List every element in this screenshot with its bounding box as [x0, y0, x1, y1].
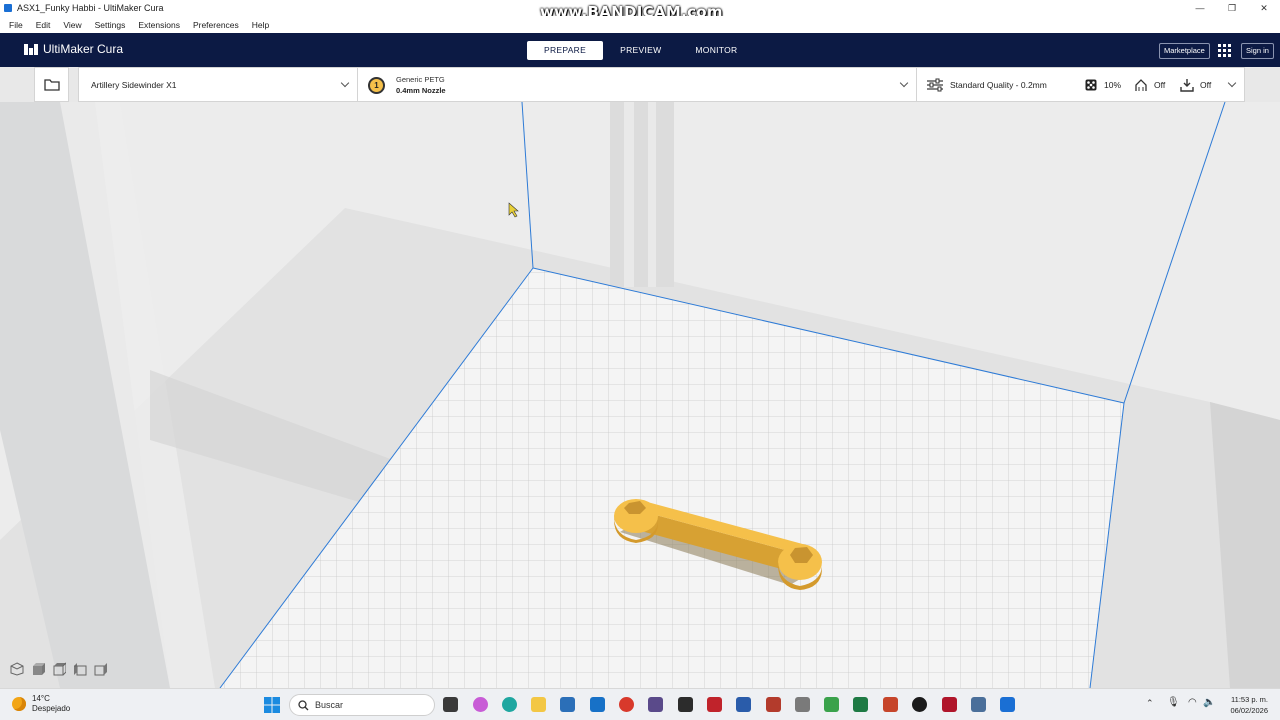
app-icon[interactable]: [971, 697, 986, 712]
printer-name: Artillery Sidewinder X1: [91, 80, 177, 90]
solidworks-icon[interactable]: [707, 697, 722, 712]
close-button[interactable]: ✕: [1248, 0, 1280, 16]
windows-taskbar: 14°C Despejado Buscar ⌃ 🎙 ◠ 🔈 11:53 p. m…: [0, 688, 1280, 720]
apps-grid-icon[interactable]: [1218, 44, 1231, 57]
open-file-button[interactable]: [34, 67, 69, 102]
taskbar-search[interactable]: Buscar: [289, 694, 435, 716]
edge-icon[interactable]: [502, 697, 517, 712]
window-controls: — ❐ ✕: [1184, 0, 1280, 16]
search-placeholder: Buscar: [315, 700, 344, 710]
app-icon[interactable]: [795, 697, 810, 712]
cura-header: UltiMaker Cura PREPARE PREVIEW MONITOR M…: [0, 33, 1280, 67]
menu-settings[interactable]: Settings: [95, 20, 126, 30]
excel-icon[interactable]: [853, 697, 868, 712]
camera-view-buttons: [10, 661, 108, 676]
view-front-icon[interactable]: [31, 662, 45, 676]
3d-viewport[interactable]: [0, 102, 1280, 688]
support-icon: [1135, 79, 1147, 91]
menu-help[interactable]: Help: [252, 20, 269, 30]
view-top-icon[interactable]: [52, 661, 67, 676]
view-left-icon[interactable]: [73, 662, 87, 676]
tab-monitor[interactable]: MONITOR: [678, 41, 754, 60]
menu-preferences[interactable]: Preferences: [193, 20, 239, 30]
chevron-down-icon: [340, 78, 350, 88]
volume-icon[interactable]: 🔈: [1203, 697, 1215, 708]
wifi-icon[interactable]: ◠: [1188, 697, 1197, 708]
app-name: UltiMaker Cura: [43, 42, 124, 56]
minimize-button[interactable]: —: [1184, 0, 1216, 16]
clock-date: 06/02/2026: [1230, 706, 1268, 715]
tab-prepare[interactable]: PREPARE: [527, 41, 604, 60]
maximize-button[interactable]: ❐: [1216, 0, 1248, 16]
sign-in-button[interactable]: Sign in: [1241, 43, 1274, 59]
weather-moon-icon: [12, 697, 26, 711]
printer-selector[interactable]: Artillery Sidewinder X1: [78, 67, 358, 102]
support-value: Off: [1154, 80, 1166, 90]
system-clock[interactable]: 11:53 p. m. 06/02/2026: [1230, 694, 1268, 716]
powerpoint-icon[interactable]: [883, 697, 898, 712]
ultimaker-logo-icon: [24, 43, 38, 55]
print-settings-selector[interactable]: Standard Quality - 0.2mm 10% Off Off: [916, 67, 1245, 102]
build-volume-scene: [0, 102, 1280, 688]
app-icon[interactable]: [824, 697, 839, 712]
clock-time: 11:53 p. m.: [1231, 695, 1268, 704]
menu-extensions[interactable]: Extensions: [138, 20, 180, 30]
search-icon: [298, 699, 309, 710]
bandicam-icon[interactable]: [912, 697, 927, 712]
infill-value: 10%: [1104, 80, 1122, 90]
quality-profile: Standard Quality - 0.2mm: [950, 80, 1047, 90]
outlook-icon[interactable]: [590, 697, 605, 712]
stage-tabs: PREPARE PREVIEW MONITOR: [527, 41, 755, 60]
menu-edit[interactable]: Edit: [36, 20, 51, 30]
cura-app-icon: [4, 4, 12, 12]
adhesion-icon: [1180, 79, 1194, 92]
cura-taskbar-icon[interactable]: [1000, 697, 1015, 712]
view-right-icon[interactable]: [94, 662, 108, 676]
app-icon[interactable]: [766, 697, 781, 712]
app-logo: UltiMaker Cura: [24, 42, 123, 56]
extruder-badge: 1: [368, 77, 385, 94]
chevron-up-icon[interactable]: ⌃: [1146, 698, 1154, 709]
chevron-down-icon: [899, 78, 909, 88]
acrobat-icon[interactable]: [942, 697, 957, 712]
chevron-down-icon: [1227, 78, 1237, 88]
infill-icon: [1085, 79, 1097, 91]
chrome-icon[interactable]: [619, 697, 634, 712]
material-selector[interactable]: 1 Generic PETG 0.4mm Nozzle: [357, 67, 917, 102]
marketplace-button[interactable]: Marketplace: [1159, 43, 1210, 59]
store-icon[interactable]: [560, 697, 575, 712]
window-title: ASX1_Funky Habbi - UltiMaker Cura: [17, 3, 164, 13]
weather-temperature: 14°C: [32, 694, 50, 703]
snipping-tool-icon[interactable]: [648, 697, 663, 712]
file-explorer-icon[interactable]: [531, 697, 546, 712]
material-name: Generic PETG: [396, 75, 445, 84]
tab-preview[interactable]: PREVIEW: [603, 41, 678, 60]
menu-bar: File Edit View Settings Extensions Prefe…: [0, 16, 1280, 33]
word-icon[interactable]: [736, 697, 751, 712]
app-icon[interactable]: [678, 697, 693, 712]
menu-view[interactable]: View: [63, 20, 81, 30]
folder-icon: [44, 79, 60, 91]
weather-condition: Despejado: [32, 704, 71, 713]
windows-start-icon[interactable]: [264, 697, 280, 713]
menu-file[interactable]: File: [9, 20, 23, 30]
adhesion-value: Off: [1200, 80, 1212, 90]
copilot-icon[interactable]: [473, 697, 488, 712]
nozzle-size: 0.4mm Nozzle: [396, 86, 446, 95]
view-3d-icon[interactable]: [10, 662, 24, 676]
sliders-icon: [927, 78, 943, 92]
task-view-icon[interactable]: [443, 697, 458, 712]
weather-widget[interactable]: 14°C Despejado: [12, 694, 70, 714]
microphone-icon[interactable]: 🎙: [1167, 697, 1180, 708]
